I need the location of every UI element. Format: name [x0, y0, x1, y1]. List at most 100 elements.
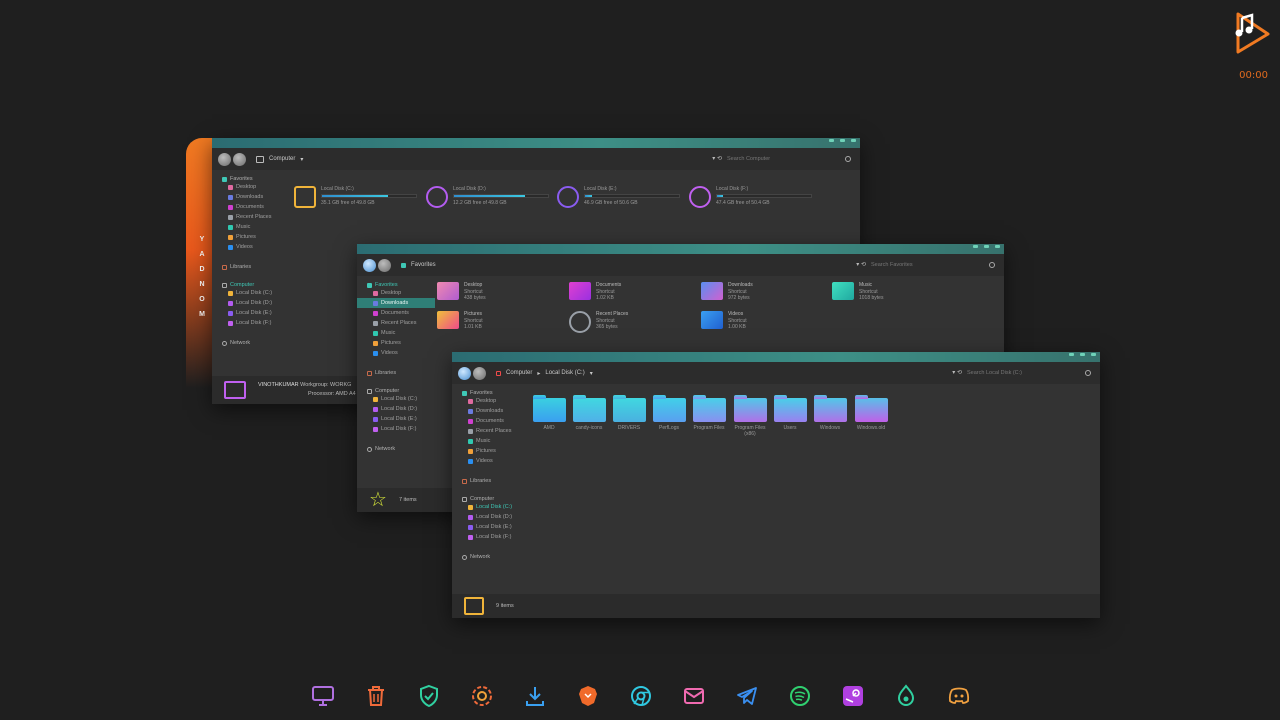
sidebar-item-disk-d[interactable]: Local Disk (D:)	[212, 298, 290, 308]
breadcrumb-computer[interactable]: Computer	[269, 156, 295, 162]
day-letter: O	[199, 296, 205, 303]
drive-f[interactable]: Local Disk (F:) 47.4 GB free of 50.4 GB	[689, 186, 812, 208]
refresh-icon[interactable]: ▾ ⟲	[856, 261, 866, 268]
sidebar-item-documents[interactable]: Documents	[212, 202, 290, 212]
back-button[interactable]	[363, 258, 376, 272]
folder-program-files[interactable]: Program Files	[692, 395, 726, 431]
discord-icon[interactable]	[946, 683, 972, 709]
drop-icon[interactable]	[893, 683, 919, 709]
title-bar[interactable]	[357, 244, 1004, 254]
refresh-icon[interactable]: ▾ ⟲	[952, 369, 962, 376]
sidebar-item-disk-d[interactable]: Local Disk (D:)	[357, 404, 435, 414]
breadcrumb-favorites[interactable]: Favorites	[411, 262, 436, 268]
sidebar-item-videos[interactable]: Videos	[452, 456, 530, 466]
sidebar-item-desktop[interactable]: Desktop	[357, 288, 435, 298]
fav-item-downloads[interactable]: Downloads Shortcut 972 bytes	[701, 282, 753, 302]
folder-amd[interactable]: AMD	[532, 395, 566, 431]
sidebar-item-documents[interactable]: Documents	[357, 308, 435, 318]
fav-item-documents[interactable]: Documents Shortcut 1.02 KB	[569, 282, 621, 302]
folder-drivers[interactable]: DRIVERS	[612, 395, 646, 431]
network-header[interactable]: Network	[357, 446, 435, 452]
music-widget[interactable]	[1228, 10, 1272, 56]
trash-icon[interactable]	[363, 683, 389, 709]
sidebar-item-pictures[interactable]: Pictures	[357, 338, 435, 348]
folder-windows[interactable]: Windows	[813, 395, 847, 431]
sidebar-item-downloads[interactable]: Downloads	[357, 298, 435, 308]
breadcrumb[interactable]: Favorites	[401, 262, 436, 268]
fav-item-music[interactable]: Music Shortcut 1018 bytes	[832, 282, 883, 302]
shield-icon[interactable]	[416, 683, 442, 709]
sidebar-item-documents[interactable]: Documents	[452, 416, 530, 426]
search-input[interactable]: Search Local Disk (C:)	[964, 367, 1094, 378]
sidebar-item-recent-places[interactable]: Recent Places	[212, 212, 290, 222]
sidebar-item-disk-d[interactable]: Local Disk (D:)	[452, 512, 530, 522]
sidebar-item-disk-c[interactable]: Local Disk (C:)	[357, 394, 435, 404]
back-button[interactable]	[218, 152, 231, 166]
search-input[interactable]: Search Favorites	[868, 259, 998, 270]
monitor-icon[interactable]	[310, 683, 336, 709]
title-bar[interactable]	[212, 138, 860, 148]
forward-button[interactable]	[378, 258, 391, 272]
folder-perflogs[interactable]: PerfLogs	[652, 395, 686, 431]
sidebar-item-disk-f[interactable]: Local Disk (F:)	[357, 424, 435, 434]
refresh-icon[interactable]: ▾ ⟲	[712, 155, 722, 162]
sidebar-item-recent-places[interactable]: Recent Places	[452, 426, 530, 436]
back-button[interactable]	[458, 366, 471, 380]
sidebar-item-disk-c[interactable]: Local Disk (C:)	[212, 288, 290, 298]
folder-windows-old[interactable]: Windows.old	[854, 395, 888, 431]
fav-item-videos[interactable]: Videos Shortcut 1.00 KB	[701, 311, 747, 331]
sidebar-item-downloads[interactable]: Downloads	[452, 406, 530, 416]
breadcrumb-local-disk-c[interactable]: Local Disk (C:)	[545, 370, 584, 376]
mail-icon[interactable]	[681, 683, 707, 709]
forward-button[interactable]	[473, 366, 486, 380]
navigation-bar: Computer ▾ ▾ ⟲ Search Computer	[212, 148, 860, 170]
folder-candy-icons[interactable]: candy-icons	[572, 395, 606, 431]
fav-item-pictures[interactable]: Pictures Shortcut 1.01 KB	[437, 311, 483, 331]
settings-icon[interactable]	[469, 683, 495, 709]
libraries-header[interactable]: Libraries	[212, 264, 290, 270]
sidebar-item-disk-f[interactable]: Local Disk (F:)	[212, 318, 290, 328]
sidebar-item-disk-f[interactable]: Local Disk (F:)	[452, 532, 530, 542]
telegram-icon[interactable]	[734, 683, 760, 709]
sidebar-item-desktop[interactable]: Desktop	[452, 396, 530, 406]
day-letter: M	[199, 311, 205, 318]
title-bar[interactable]	[452, 352, 1100, 362]
sidebar-item-disk-c[interactable]: Local Disk (C:)	[452, 502, 530, 512]
pictures-icon	[437, 311, 459, 329]
sidebar-item-disk-e[interactable]: Local Disk (E:)	[212, 308, 290, 318]
forward-button[interactable]	[233, 152, 246, 166]
steam-icon[interactable]	[840, 683, 866, 709]
libraries-header[interactable]: Libraries	[357, 370, 435, 376]
fav-item-desktop[interactable]: Desktop Shortcut 438 bytes	[437, 282, 486, 302]
breadcrumb[interactable]: Computer ▾	[256, 155, 303, 163]
brave-icon[interactable]	[575, 683, 601, 709]
search-input[interactable]: Search Computer	[724, 153, 854, 164]
fav-item-recent-places[interactable]: Recent Places Shortcut 365 bytes	[569, 311, 628, 333]
sidebar-item-videos[interactable]: Videos	[357, 348, 435, 358]
sidebar-item-music[interactable]: Music	[357, 328, 435, 338]
spotify-icon[interactable]	[787, 683, 813, 709]
sidebar-item-music[interactable]: Music	[212, 222, 290, 232]
download-icon[interactable]	[522, 683, 548, 709]
sidebar-item-recent-places[interactable]: Recent Places	[357, 318, 435, 328]
network-header[interactable]: Network	[212, 340, 290, 346]
sidebar-item-pictures[interactable]: Pictures	[212, 232, 290, 242]
sidebar-item-disk-e[interactable]: Local Disk (E:)	[452, 522, 530, 532]
folder-program-files-x86[interactable]: Program Files (x86)	[733, 395, 767, 437]
libraries-header[interactable]: Libraries	[452, 478, 530, 484]
network-header[interactable]: Network	[452, 554, 530, 560]
sidebar-item-music[interactable]: Music	[452, 436, 530, 446]
drive-e[interactable]: Local Disk (E:) 46.9 GB free of 50.6 GB	[557, 186, 680, 208]
breadcrumb-computer[interactable]: Computer	[506, 370, 532, 376]
chrome-icon[interactable]	[628, 683, 654, 709]
sidebar-item-downloads[interactable]: Downloads	[212, 192, 290, 202]
drive-c[interactable]: Local Disk (C:) 35.1 GB free of 49.8 GB	[294, 186, 417, 208]
breadcrumb[interactable]: Computer ▸ Local Disk (C:) ▾	[496, 370, 593, 377]
drive-d[interactable]: Local Disk (D:) 12.2 GB free of 49.8 GB	[426, 186, 549, 208]
sidebar-item-desktop[interactable]: Desktop	[212, 182, 290, 192]
day-letter: Y	[199, 236, 205, 243]
sidebar-item-pictures[interactable]: Pictures	[452, 446, 530, 456]
folder-users[interactable]: Users	[773, 395, 807, 431]
sidebar-item-videos[interactable]: Videos	[212, 242, 290, 252]
sidebar-item-disk-e[interactable]: Local Disk (E:)	[357, 414, 435, 424]
